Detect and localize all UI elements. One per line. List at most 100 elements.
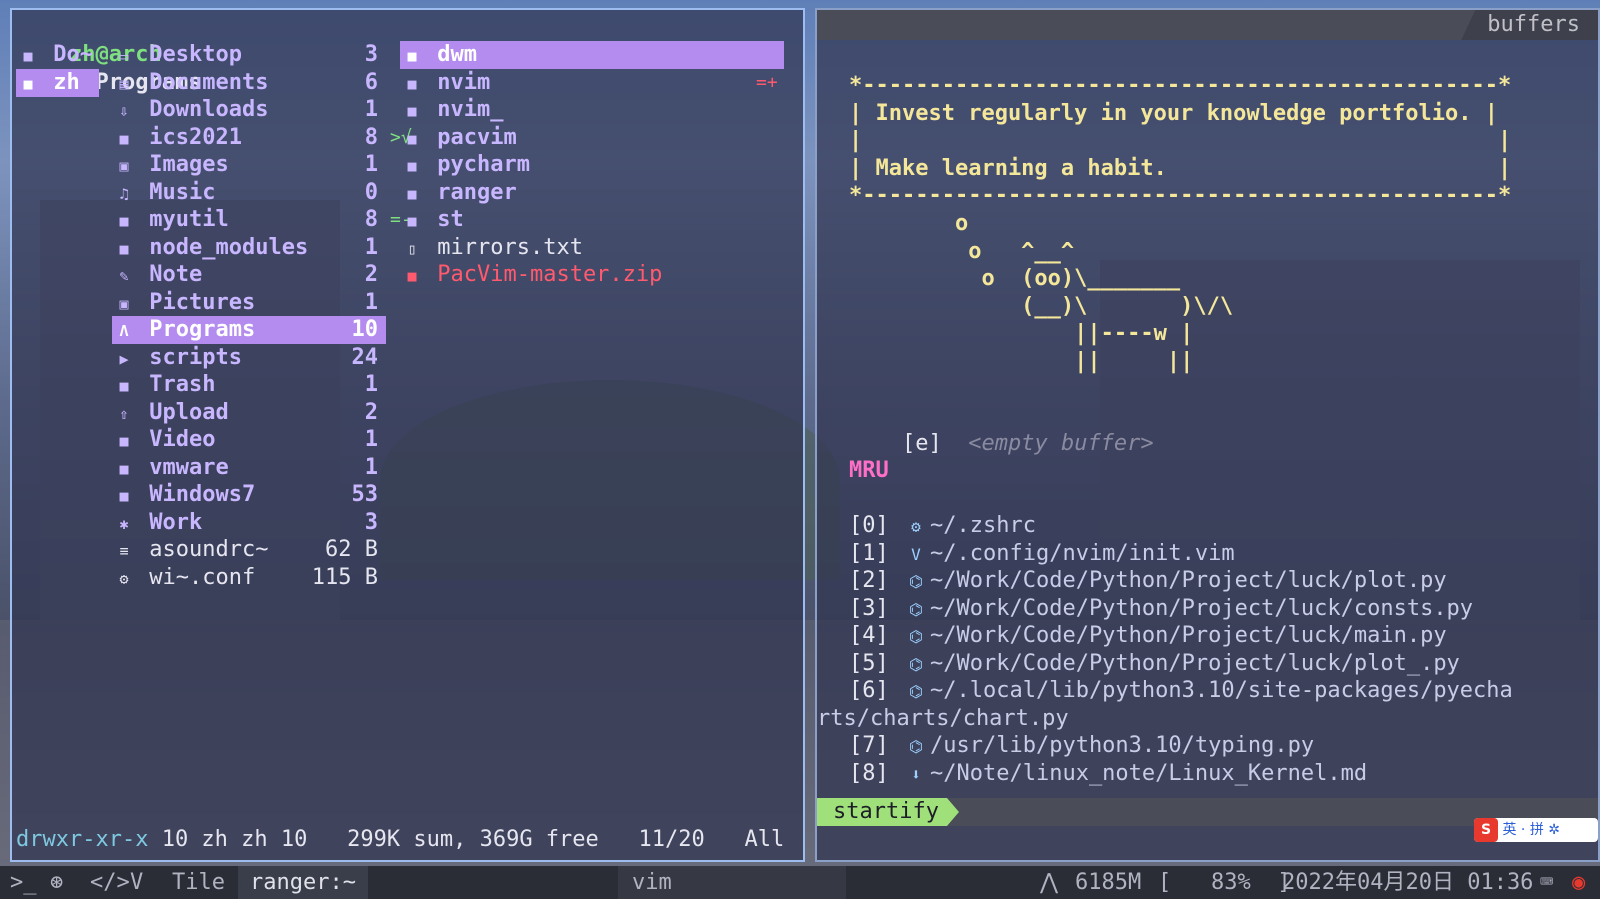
directory-entry[interactable]: ■ node_modules 1 — [112, 234, 386, 262]
terminal-icon: ▶ — [119, 349, 129, 368]
folder-icon: ■ — [119, 377, 129, 395]
mru-item[interactable]: [5] ⌬ ~/Work/Code/Python/Project/luck/plo… — [849, 650, 1460, 678]
cowsay-line: || || — [849, 348, 1194, 374]
empty-buffer-entry[interactable]: [e] <empty buffer> — [849, 402, 1154, 456]
ranger-status-info: 10 zh zh 10 299K sum, 369G free 11/20 Al… — [148, 827, 785, 852]
mru-path: ~/Work/Code/Python/Project/luck/plot_.py — [930, 650, 1460, 676]
preview-entry[interactable]: ■ dwm — [400, 41, 784, 69]
code-icon[interactable]: </> — [90, 866, 130, 899]
vim-window[interactable]: buffers *-------------------------------… — [815, 8, 1600, 862]
chrome-icon[interactable]: ◉ — [1572, 866, 1585, 899]
folder-icon: ■ — [407, 74, 417, 93]
mru-index: [4] — [849, 623, 889, 648]
markdown-icon: ⬇ — [911, 764, 921, 784]
directory-entry[interactable]: ✱ Work 3 — [112, 509, 386, 537]
directory-entry[interactable]: ≡ asoundrc~ 62 B — [112, 536, 386, 564]
directory-entry[interactable]: ♫ Music 0 — [112, 179, 386, 207]
directory-entry[interactable]: ■ vmware 1 — [112, 454, 386, 482]
ime-punct[interactable]: · — [1521, 822, 1525, 838]
quote-border-top: *---------------------------------------… — [849, 73, 1512, 98]
directory-entry[interactable]: ⚙ wi~.conf 115 B — [112, 564, 386, 592]
layout-indicator[interactable]: Tile — [172, 866, 225, 899]
folder-icon: ■ — [23, 74, 33, 93]
mru-index: [2] — [849, 568, 889, 593]
preview-entry[interactable]: ■ pycharm — [400, 151, 784, 179]
ime-mode[interactable]: 拼 — [1530, 822, 1544, 838]
vim-taskbar-entry[interactable]: vim — [618, 866, 846, 899]
vim-icon[interactable]: V — [130, 866, 143, 899]
ime-indicator[interactable]: S 英 · 拼 ✲ — [1474, 818, 1598, 842]
python-icon: ⌬ — [909, 737, 923, 756]
entry-count: 62 B — [325, 537, 378, 562]
directory-entry[interactable]: ▭ Desktop 3 — [112, 41, 386, 69]
entry-count: 1 — [364, 372, 378, 397]
file-icon: ▯ — [407, 239, 417, 258]
ranger-window[interactable]: zh@arch ~/Programs ■ Do~ ■ zh ▭ Desktop 3 ▤… — [10, 8, 805, 862]
preview-entry[interactable]: ■ st — [400, 206, 784, 234]
folder-icon: ■ — [119, 487, 129, 505]
mru-wrapped-line: rts/charts/chart.py — [817, 705, 1069, 733]
active-window-title[interactable]: ranger:~ — [238, 866, 368, 899]
entry-count: 8 — [364, 207, 378, 232]
preview-entry[interactable]: ■ ranger — [400, 179, 784, 207]
directory-entry[interactable]: ■ ics2021 8 — [112, 124, 386, 152]
preview-entry[interactable]: ■ pacvim — [400, 124, 784, 152]
entry-count: 2 — [364, 399, 378, 425]
mru-item[interactable]: [3] ⌬ ~/Work/Code/Python/Project/luck/con… — [849, 595, 1473, 623]
ranger-statusbar: drwxr-xr-x 10 zh zh 10 299K sum, 369G fr… — [16, 826, 784, 854]
entry-name: Work — [136, 509, 203, 535]
entry-name: Windows7 — [136, 482, 256, 507]
directory-entry[interactable]: ▣ Images 1 — [112, 151, 386, 179]
entry-name: zh — [40, 69, 80, 95]
entry-count: 1 — [364, 289, 378, 315]
folder-icon: ■ — [119, 129, 129, 148]
directory-entry[interactable]: ■ Video 1 — [112, 426, 386, 454]
directory-entry[interactable]: Λ Programs 10 — [112, 316, 386, 344]
cowsay-line: ||----w | — [849, 321, 1194, 346]
terminal-icon[interactable]: >_ — [10, 866, 37, 899]
directory-entry[interactable]: ■ Trash 1 — [112, 371, 386, 399]
entry-name: scripts — [136, 344, 242, 370]
directory-entry[interactable]: ⇧ Upload 2 — [112, 399, 386, 427]
directory-entry[interactable]: ▶ scripts 24 — [112, 344, 386, 372]
directory-entry[interactable]: ▣ Pictures 1 — [112, 289, 386, 317]
cowsay-line: (__)\ )\/\ — [849, 293, 1234, 319]
entry-name: myutil — [136, 207, 229, 232]
entry-count: 1 — [364, 427, 378, 452]
empty-buffer-key: [e] — [901, 431, 942, 456]
entry-count: 2 — [364, 262, 378, 287]
preview-entry[interactable]: ■ nvim — [400, 69, 784, 97]
entry-name: nvim — [424, 69, 491, 95]
entry-name: Music — [136, 179, 216, 205]
ime-lang[interactable]: 英 — [1502, 822, 1516, 838]
preview-entry[interactable]: ■ nvim_ — [400, 96, 784, 124]
preview-entry[interactable]: ■ PacVim-master.zip — [400, 261, 784, 289]
keyboard-icon[interactable]: ⌨ — [1540, 866, 1553, 899]
mru-item[interactable]: [7] ⌬ /usr/lib/python3.10/typing.py — [849, 732, 1314, 760]
git-status: =+ — [756, 71, 778, 93]
preview-entry[interactable]: ▯ mirrors.txt — [400, 234, 784, 262]
entry-name: Downloads — [136, 97, 269, 122]
mru-item[interactable]: [2] ⌬ ~/Work/Code/Python/Project/luck/plo… — [849, 567, 1447, 595]
parent-entry[interactable]: ■ zh — [16, 68, 99, 97]
settings-icon[interactable]: ⊛ — [50, 866, 63, 899]
mru-item[interactable]: [8] ⬇ ~/Note/linux_note/Linux_Kernel.md — [849, 760, 1367, 788]
buffers-tab[interactable]: buffers — [1461, 10, 1598, 40]
mru-item[interactable]: [0] ⚙ ~/.zshrc — [849, 512, 1036, 540]
directory-entry[interactable]: ■ Windows7 53 — [112, 481, 386, 509]
parent-entry[interactable]: ■ Do~ — [16, 41, 99, 69]
directory-entry[interactable]: ⇩ Downloads 1 — [112, 96, 386, 124]
image-icon: ▣ — [119, 294, 129, 313]
entry-count: 1 — [364, 454, 378, 480]
entry-name: Note — [136, 262, 203, 287]
directory-entry[interactable]: ▤ Documents 6 — [112, 69, 386, 97]
mru-item[interactable]: [6] ⌬ ~/.local/lib/python3.10/site-packag… — [849, 677, 1513, 705]
taskbar: >_ ⊛ </> V Tile ranger:~ vim ⋀ 6185M [ 8… — [0, 866, 1600, 899]
vim-icon: V — [911, 544, 921, 564]
ime-settings-icon[interactable]: ✲ — [1548, 822, 1560, 838]
entry-count: 1 — [364, 234, 378, 260]
directory-entry[interactable]: ✎ Note 2 — [112, 261, 386, 289]
directory-entry[interactable]: ■ myutil 8 — [112, 206, 386, 234]
mru-item[interactable]: [1] V ~/.config/nvim/init.vim — [849, 540, 1235, 568]
mru-item[interactable]: [4] ⌬ ~/Work/Code/Python/Project/luck/mai… — [849, 622, 1447, 650]
